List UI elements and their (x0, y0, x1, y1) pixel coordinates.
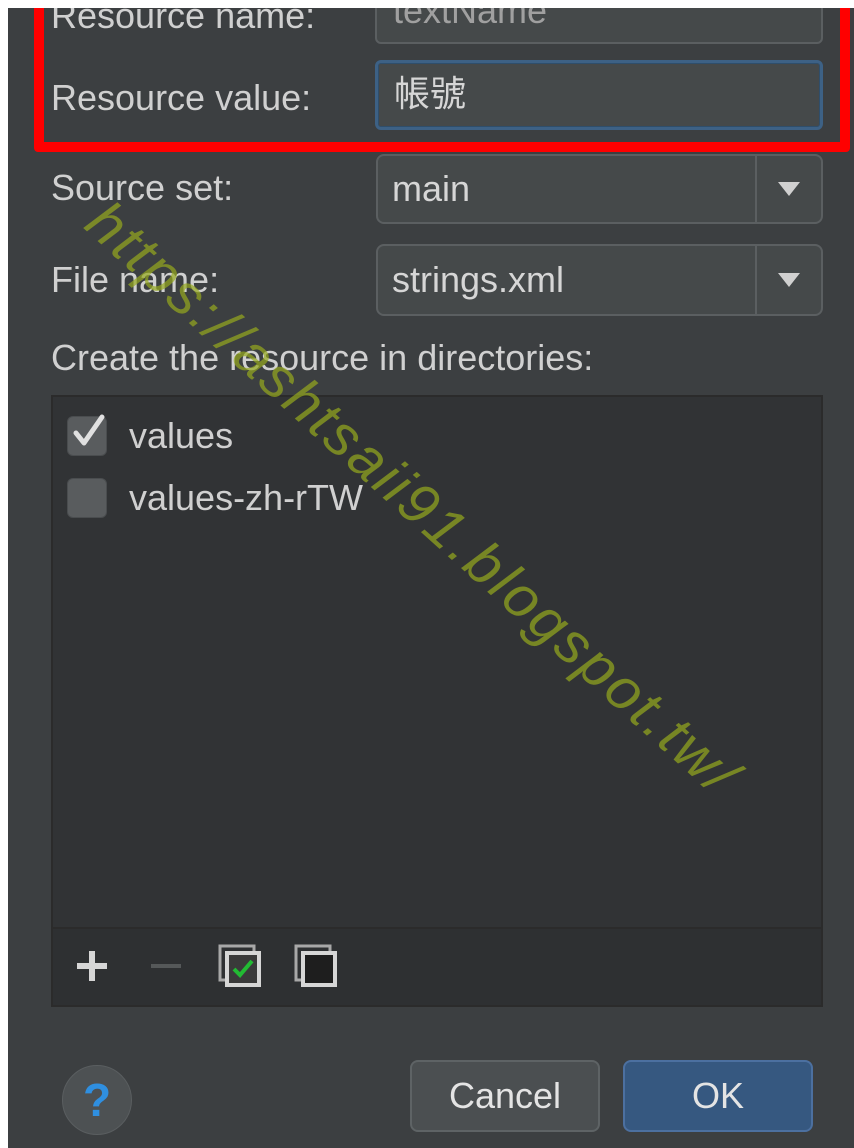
select-all-icon[interactable] (217, 944, 263, 987)
check-mark-icon (73, 414, 105, 446)
file-name-dropdown[interactable]: strings.xml (376, 244, 823, 316)
file-name-value: strings.xml (392, 259, 565, 300)
list-item[interactable]: values (67, 413, 233, 459)
help-button[interactable]: ? (62, 1065, 132, 1135)
minus-icon (145, 945, 187, 987)
directories-toolbar (53, 927, 821, 1005)
help-icon: ? (82, 1074, 112, 1126)
plus-icon[interactable] (71, 945, 113, 987)
cancel-button[interactable]: Cancel (410, 1060, 600, 1132)
directory-label: values-zh-rTW (129, 477, 364, 518)
chevron-down-icon[interactable] (755, 156, 821, 222)
create-resource-dialog: Resource name: textName Resource value: … (8, 8, 854, 1148)
unselect-all-icon[interactable] (293, 944, 339, 987)
checkbox-values-zh-rtw[interactable] (67, 478, 107, 518)
source-set-dropdown[interactable]: main (376, 154, 823, 224)
checkbox-values[interactable] (67, 414, 107, 456)
list-item[interactable]: values-zh-rTW (67, 475, 363, 521)
chevron-down-icon[interactable] (755, 246, 821, 314)
directory-label: values (129, 415, 234, 456)
ok-button[interactable]: OK (623, 1060, 813, 1132)
source-set-label: Source set: (51, 167, 234, 208)
red-highlight-box (34, 8, 850, 152)
source-set-value: main (392, 168, 471, 209)
